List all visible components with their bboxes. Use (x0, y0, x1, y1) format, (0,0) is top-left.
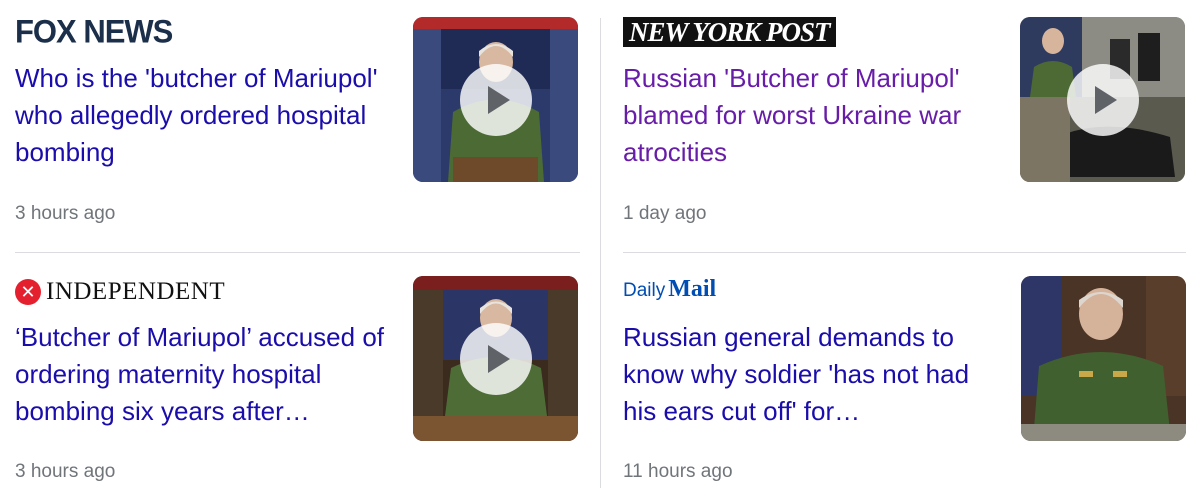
news-results-grid: FOX NEWS Who is the 'butcher of Mariupol… (0, 0, 1200, 499)
eagle-icon: ✕ (15, 279, 41, 305)
source-name: FOX NEWS (15, 13, 173, 50)
source-name-mail: Mail (668, 276, 717, 302)
timestamp: 3 hours ago (15, 461, 116, 482)
row-divider-right (623, 252, 1186, 253)
source-name: INDEPENDENT (46, 278, 226, 305)
play-icon[interactable] (459, 63, 532, 136)
headline-link[interactable]: ‘Butcher of Mariupol’ accused of orderin… (15, 319, 400, 430)
news-card-independent[interactable]: ✕ INDEPENDENT ‘Butcher of Mariupol’ accu… (15, 258, 580, 498)
news-card-new-york-post[interactable]: NEW YORK POST Russian 'Butcher of Mariup… (623, 0, 1188, 240)
row-divider-left (15, 252, 580, 253)
play-icon[interactable] (1066, 63, 1139, 136)
video-thumbnail[interactable] (413, 276, 578, 441)
new-york-post-logo: NEW YORK POST (623, 16, 836, 48)
video-thumbnail[interactable] (413, 17, 578, 182)
news-card-fox-news[interactable]: FOX NEWS Who is the 'butcher of Mariupol… (15, 0, 580, 240)
fox-news-logo: FOX NEWS (15, 13, 173, 50)
source-name: NEW YORK POST (623, 17, 836, 47)
video-thumbnail[interactable] (1020, 17, 1185, 182)
timestamp: 3 hours ago (15, 203, 116, 224)
source-name-daily: Daily (623, 280, 666, 301)
independent-logo: ✕ INDEPENDENT (15, 276, 225, 308)
play-icon[interactable] (459, 322, 532, 395)
news-card-daily-mail[interactable]: Daily Mail Russian general demands to kn… (623, 258, 1188, 498)
timestamp: 11 hours ago (623, 461, 733, 482)
daily-mail-logo: Daily Mail (623, 276, 716, 308)
headline-link[interactable]: Russian 'Butcher of Mariupol' blamed for… (623, 60, 1008, 171)
headline-link[interactable]: Who is the 'butcher of Mariupol' who all… (15, 60, 400, 171)
column-divider (600, 18, 601, 488)
headline-link[interactable]: Russian general demands to know why sold… (623, 319, 1008, 430)
photo-thumbnail[interactable] (1021, 276, 1186, 441)
timestamp: 1 day ago (623, 203, 707, 224)
